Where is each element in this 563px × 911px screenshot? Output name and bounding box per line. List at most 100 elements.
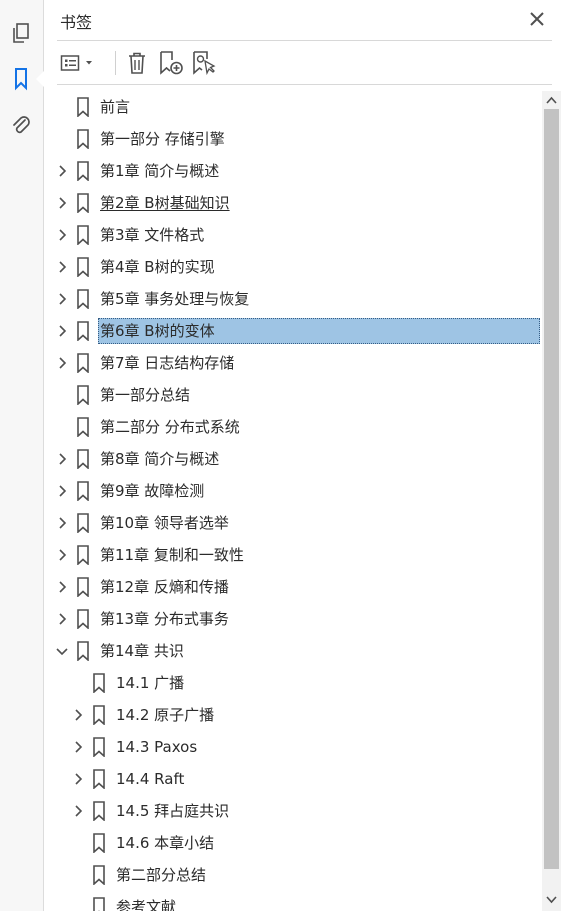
bookmark-icon [76,97,90,118]
bookmark-label: 14.5 拜占庭共识 [116,802,230,820]
bookmark-item[interactable]: 第8章 简介与概述 [44,447,541,471]
chevron-right-icon[interactable] [55,451,69,467]
bookmark-icon [76,353,90,374]
chevron-right-icon[interactable] [55,163,69,179]
bookmark-label: 第二部分总结 [116,866,207,884]
bookmark-icon [76,385,90,406]
chevron-down-icon[interactable] [55,643,69,659]
bookmark-label: 第13章 分布式事务 [100,610,229,628]
panel-title: 书签 [60,13,93,32]
options-menu-button[interactable] [60,48,96,78]
bookmark-icon [76,545,90,566]
bookmark-item[interactable]: 14.5 拜占庭共识 [44,799,541,823]
bookmark-item[interactable]: 第14章 共识 [44,639,541,663]
bookmark-icon [76,161,90,182]
bookmark-icon[interactable] [8,66,34,92]
bookmark-label: 第12章 反熵和传播 [100,578,229,596]
bookmark-icon [76,449,90,470]
chevron-right-icon[interactable] [55,515,69,531]
bookmark-item[interactable]: 第12章 反熵和传播 [44,575,541,599]
chevron-right-icon[interactable] [55,547,69,563]
bookmark-item[interactable]: 参考文献 [44,895,541,911]
bookmark-item[interactable]: 14.2 原子广播 [44,703,541,727]
bookmark-label: 14.1 广播 [116,674,185,692]
new-bookmark-icon[interactable] [157,48,185,78]
bookmark-item[interactable]: 第6章 B树的变体 [44,318,541,344]
bookmark-icon [76,641,90,662]
pages-icon[interactable] [8,20,34,46]
bookmark-item[interactable]: 第3章 文件格式 [44,223,541,247]
scroll-up-icon[interactable] [545,93,558,107]
divider [57,84,552,85]
bookmark-label: 第10章 领导者选举 [100,514,229,532]
bookmark-item[interactable]: 第9章 故障检测 [44,479,541,503]
chevron-right-icon[interactable] [55,227,69,243]
bookmark-icon [76,577,90,598]
bookmark-label: 第14章 共识 [100,642,184,660]
bookmark-icon [76,417,90,438]
bookmark-icon [76,513,90,534]
bookmark-item[interactable]: 14.4 Raft [44,767,541,791]
bookmark-icon [76,129,90,150]
bookmark-item[interactable]: 第5章 事务处理与恢复 [44,287,541,311]
chevron-right-icon[interactable] [55,579,69,595]
bookmark-item[interactable]: 第7章 日志结构存储 [44,351,541,375]
bookmark-icon [76,481,90,502]
active-tab-pointer [36,71,44,87]
chevron-right-icon[interactable] [71,771,85,787]
bookmark-icon [76,609,90,630]
chevron-right-icon[interactable] [71,707,85,723]
find-bookmark-icon[interactable] [190,48,218,78]
bookmark-item[interactable]: 第二部分 分布式系统 [44,415,541,439]
chevron-right-icon[interactable] [55,323,69,339]
bookmark-item[interactable]: 第13章 分布式事务 [44,607,541,631]
scrollbar-thumb[interactable] [544,109,559,869]
bookmark-item[interactable]: 14.6 本章小结 [44,831,541,855]
chevron-right-icon[interactable] [55,483,69,499]
bookmark-item[interactable]: 第一部分 存储引擎 [44,127,541,151]
bookmark-item[interactable]: 前言 [44,95,541,119]
bookmark-item[interactable]: 14.3 Paxos [44,735,541,759]
bookmark-icon [92,833,106,854]
bookmark-icon [92,769,106,790]
chevron-right-icon[interactable] [71,739,85,755]
bookmark-item[interactable]: 第1章 简介与概述 [44,159,541,183]
chevron-right-icon[interactable] [55,195,69,211]
bookmark-icon [92,801,106,822]
chevron-right-icon[interactable] [55,291,69,307]
bookmark-label: 第一部分总结 [100,386,191,404]
bookmark-icon [92,673,106,694]
bookmark-item[interactable]: 第二部分总结 [44,863,541,887]
chevron-right-icon[interactable] [55,259,69,275]
bookmark-label: 第二部分 分布式系统 [100,418,240,436]
bookmark-icon [76,321,90,342]
divider [57,40,552,41]
close-icon[interactable] [526,8,548,30]
bookmark-label: 第11章 复制和一致性 [100,546,244,564]
attachment-icon[interactable] [8,112,34,138]
scroll-down-icon[interactable] [545,893,558,907]
bookmark-label: 14.3 Paxos [116,738,198,756]
bookmark-label: 14.2 原子广播 [116,706,215,724]
bookmark-label: 第一部分 存储引擎 [100,130,225,148]
bookmark-icon [92,705,106,726]
bookmark-item[interactable]: 第4章 B树的实现 [44,255,541,279]
bookmark-label: 前言 [100,98,131,116]
chevron-right-icon[interactable] [55,355,69,371]
bookmark-item[interactable]: 第10章 领导者选举 [44,511,541,535]
bookmark-label: 第5章 事务处理与恢复 [100,290,250,308]
bookmark-icon [92,865,106,886]
bookmark-item[interactable]: 14.1 广播 [44,671,541,695]
bookmark-label: 第9章 故障检测 [100,482,205,500]
bookmark-label: 第8章 简介与概述 [100,450,220,468]
vertical-scrollbar[interactable] [542,91,561,911]
chevron-right-icon[interactable] [55,611,69,627]
bookmark-item[interactable]: 第11章 复制和一致性 [44,543,541,567]
delete-bookmark-icon[interactable] [124,48,150,78]
bookmark-item[interactable]: 第一部分总结 [44,383,541,407]
chevron-right-icon[interactable] [71,803,85,819]
bookmarks-toolbar [57,44,552,82]
bookmark-item[interactable]: 第2章 B树基础知识 [44,191,541,215]
left-nav-rail [0,0,44,911]
bookmark-tree: 前言第一部分 存储引擎第1章 简介与概述 第2章 B树基础知识 第3章 文件格式 第4… [44,91,541,911]
